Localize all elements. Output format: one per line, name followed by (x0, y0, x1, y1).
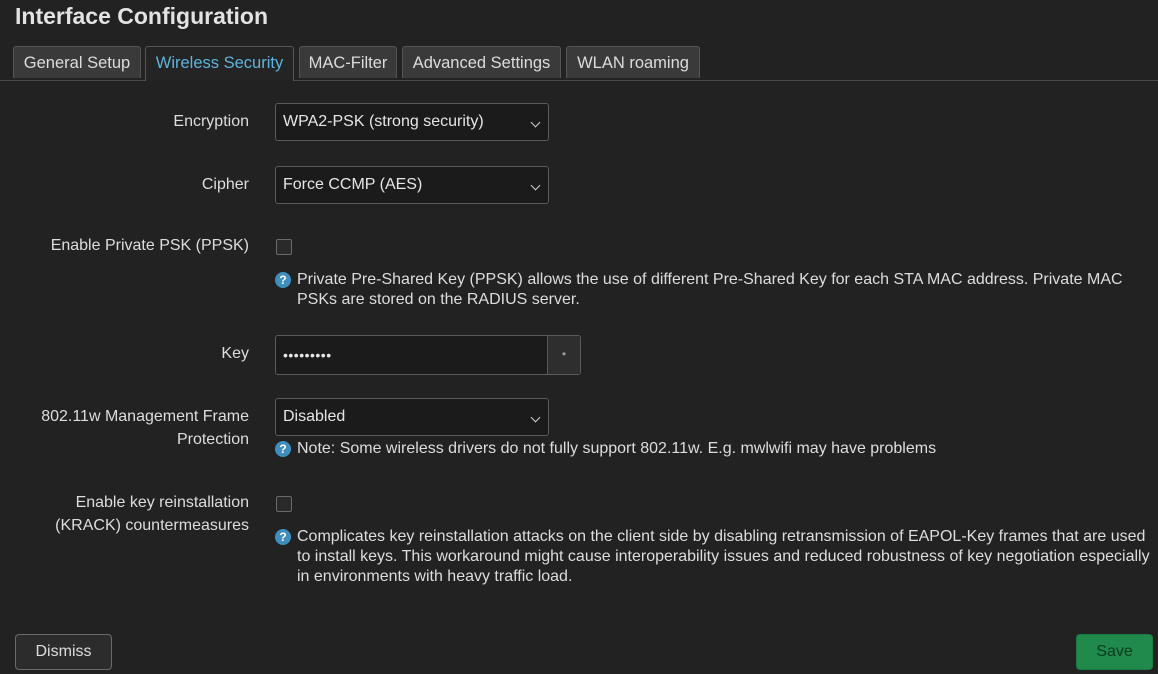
help-icon: ? (275, 272, 291, 288)
encryption-label: Encryption (173, 113, 249, 130)
chevron-down-icon (530, 412, 541, 423)
ppsk-checkbox[interactable] (276, 239, 292, 255)
help-icon: ? (275, 441, 291, 457)
tab-wireless-security[interactable]: Wireless Security (145, 46, 294, 81)
encryption-select[interactable]: WPA2-PSK (strong security) (275, 103, 549, 141)
cipher-label: Cipher (201, 176, 249, 193)
key-input[interactable]: ••••••••• (276, 336, 548, 374)
mfp-label: 802.11w Management Frame Protection (41, 405, 249, 451)
tab-wlan-roaming[interactable]: WLAN roaming (566, 46, 700, 78)
chevron-down-icon (530, 180, 541, 191)
reveal-password-button[interactable]: • (547, 336, 580, 374)
help-icon: ? (275, 529, 291, 545)
mfp-label-line1: 802.11w Management Frame (41, 408, 249, 425)
encryption-value: WPA2-PSK (strong security) (283, 113, 484, 130)
krack-label-line1: Enable key reinstallation (75, 494, 249, 511)
mfp-value: Disabled (283, 408, 346, 425)
krack-label: Enable key reinstallation (KRACK) counte… (55, 491, 249, 537)
cipher-value: Force CCMP (AES) (283, 176, 423, 193)
page-title: Interface Configuration (15, 3, 269, 29)
key-field: ••••••••• • (275, 335, 581, 375)
krack-help-text: Complicates key reinstallation attacks o… (297, 528, 1150, 585)
ppsk-help-text: Private Pre-Shared Key (PPSK) allows the… (297, 271, 1123, 308)
tab-bar: General Setup Wireless Security MAC-Filt… (0, 46, 1158, 81)
ppsk-label: Enable Private PSK (PPSK) (50, 237, 249, 254)
mfp-label-line2: Protection (176, 431, 249, 448)
tab-advanced-settings[interactable]: Advanced Settings (402, 46, 561, 78)
chevron-down-icon (530, 117, 541, 128)
krack-label-line2: (KRACK) countermeasures (55, 517, 249, 534)
mfp-select[interactable]: Disabled (275, 398, 549, 436)
mfp-help: ? Note: Some wireless drivers do not ful… (275, 439, 1145, 459)
key-label: Key (221, 345, 249, 362)
krack-help: ? Complicates key reinstallation attacks… (275, 527, 1153, 587)
tab-general-setup[interactable]: General Setup (13, 46, 141, 78)
ppsk-help: ? Private Pre-Shared Key (PPSK) allows t… (275, 270, 1145, 310)
mfp-help-text: Note: Some wireless drivers do not fully… (297, 440, 937, 457)
save-button[interactable]: Save (1076, 634, 1153, 670)
krack-checkbox[interactable] (276, 496, 292, 512)
tab-mac-filter[interactable]: MAC-Filter (299, 46, 397, 78)
dismiss-button[interactable]: Dismiss (15, 634, 112, 670)
cipher-select[interactable]: Force CCMP (AES) (275, 166, 549, 204)
